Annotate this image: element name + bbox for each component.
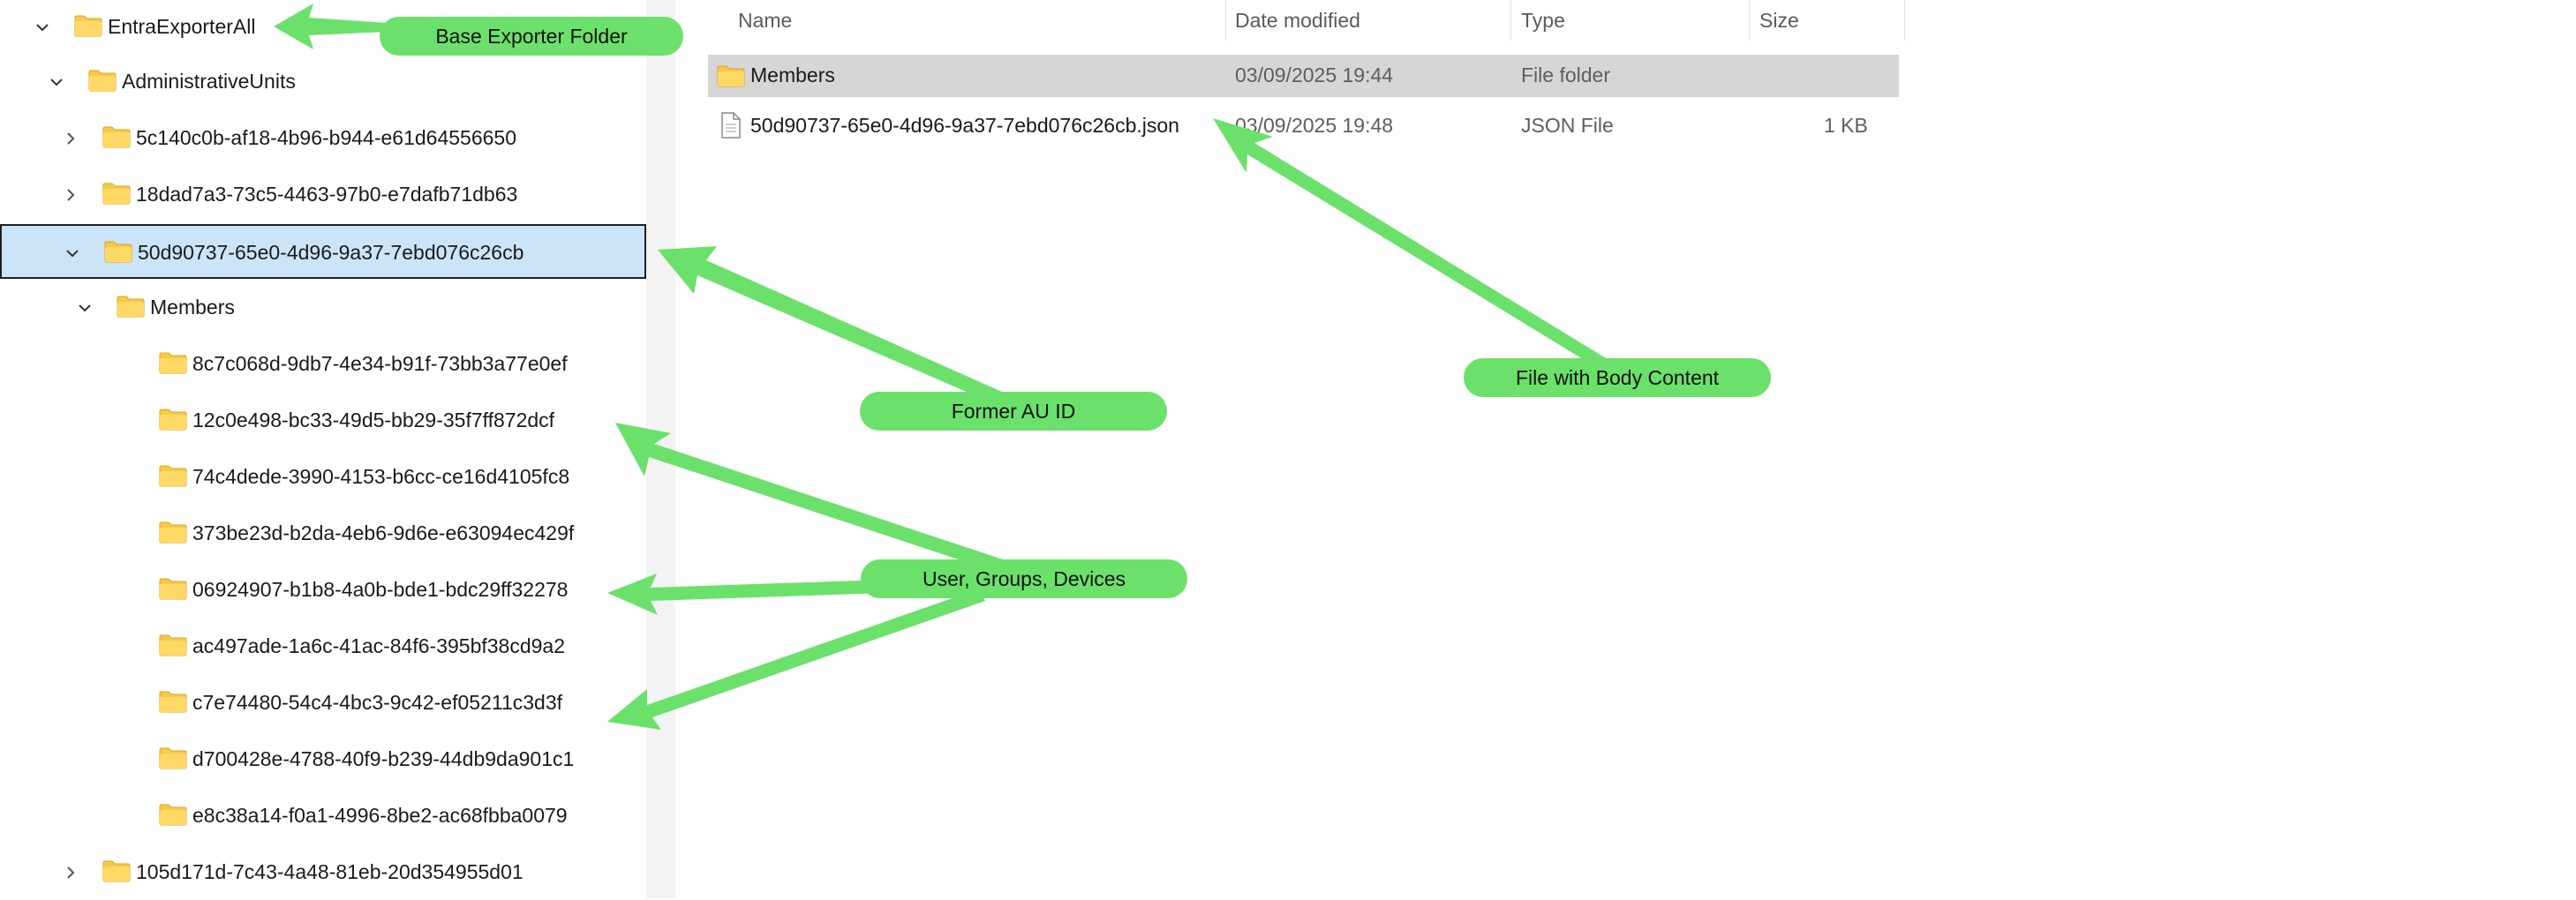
nav-tree-label: Members (150, 296, 235, 319)
nav-tree-item[interactable]: 18dad7a3-73c5-4463-97b0-e7dafb71db63 (0, 168, 646, 222)
nav-tree-label: AdministrativeUnits (122, 70, 296, 93)
nav-tree-item[interactable]: 50d90737-65e0-4d96-9a37-7ebd076c26cb (0, 224, 646, 279)
file-row-json[interactable]: 50d90737-65e0-4d96-9a37-7ebd076c26cb.jso… (708, 105, 1899, 147)
annotation-file-with-body-content: File with Body Content (1464, 358, 1771, 397)
folder-icon (159, 634, 187, 656)
chevron-down-icon[interactable] (76, 299, 94, 317)
folder-icon (102, 860, 131, 882)
nav-tree-label: 50d90737-65e0-4d96-9a37-7ebd076c26cb (138, 241, 524, 264)
folder-icon (88, 70, 117, 92)
nav-tree-item[interactable]: c7e74480-54c4-4bc3-9c42-ef05211c3d3f (0, 676, 646, 731)
column-separator[interactable] (1749, 0, 1750, 41)
chevron-down-icon[interactable] (48, 73, 65, 91)
nav-tree-item[interactable]: ac497ade-1a6c-41ac-84f6-395bf38cd9a2 (0, 619, 646, 674)
nav-tree-label: 373be23d-b2da-4eb6-9d6e-e63094ec429f (192, 521, 575, 544)
folder-icon (159, 804, 187, 826)
nav-tree-label: ac497ade-1a6c-41ac-84f6-395bf38cd9a2 (192, 634, 565, 657)
nav-tree-label: 5c140c0b-af18-4b96-b944-e61d64556650 (136, 126, 516, 149)
nav-tree-item[interactable]: 74c4dede-3990-4153-b6cc-ce16d4105fc8 (0, 450, 646, 505)
annotation-base-exporter-folder: Base Exporter Folder (380, 17, 683, 56)
column-header-type[interactable]: Type (1521, 9, 1565, 33)
folder-icon (159, 352, 187, 374)
nav-tree-label: 12c0e498-bc33-49d5-bb29-35f7ff872dcf (192, 409, 555, 431)
file-date-modified: 03/09/2025 19:44 (1235, 64, 1394, 86)
nav-tree-item[interactable]: d700428e-4788-40f9-b239-44db9da901c1 (0, 732, 646, 787)
nav-tree-label: 105d171d-7c43-4a48-81eb-20d354955d01 (136, 860, 523, 883)
pane-divider[interactable] (646, 0, 675, 898)
file-icon (721, 112, 741, 139)
folder-icon (74, 15, 102, 37)
chevron-down-icon[interactable] (64, 244, 81, 262)
file-row-members[interactable]: Members 03/09/2025 19:44 File folder (708, 55, 1899, 97)
nav-tree-item[interactable]: Members (0, 281, 646, 335)
nav-tree-item[interactable]: 12c0e498-bc33-49d5-bb29-35f7ff872dcf (0, 394, 646, 448)
nav-tree-label: e8c38a14-f0a1-4996-8be2-ac68fbba0079 (192, 804, 568, 827)
folder-icon (102, 126, 131, 148)
file-type: File folder (1521, 64, 1610, 86)
nav-tree-label: 74c4dede-3990-4153-b6cc-ce16d4105fc8 (192, 465, 570, 488)
column-header-size[interactable]: Size (1759, 9, 1799, 33)
chevron-down-icon[interactable] (34, 19, 51, 36)
file-name: Members (750, 64, 835, 86)
annotation-former-au-id: Former AU ID (860, 392, 1167, 431)
nav-tree-item[interactable]: 105d171d-7c43-4a48-81eb-20d354955d01 (0, 845, 646, 900)
nav-tree-label: 18dad7a3-73c5-4463-97b0-e7dafb71db63 (136, 183, 518, 206)
chevron-right-icon[interactable] (62, 864, 79, 881)
column-separator[interactable] (1510, 0, 1511, 41)
folder-icon (104, 241, 132, 263)
folder-icon (159, 578, 187, 600)
nav-tree-label: c7e74480-54c4-4bc3-9c42-ef05211c3d3f (192, 691, 562, 714)
nav-tree-item[interactable]: 5c140c0b-af18-4b96-b944-e61d64556650 (0, 111, 646, 166)
nav-tree-item[interactable]: AdministrativeUnits (0, 55, 646, 109)
folder-icon (717, 65, 745, 87)
nav-tree-item[interactable]: 06924907-b1b8-4a0b-bde1-bdc29ff32278 (0, 563, 646, 618)
file-list-pane: Name Date modified Type Size Members 03/… (675, 0, 2576, 898)
nav-tree-label: 8c7c068d-9db7-4e34-b91f-73bb3a77e0ef (192, 352, 568, 375)
folder-icon (159, 465, 187, 487)
nav-tree-item[interactable]: 8c7c068d-9db7-4e34-b91f-73bb3a77e0ef (0, 337, 646, 392)
nav-tree-label: d700428e-4788-40f9-b239-44db9da901c1 (192, 747, 575, 770)
annotation-user-groups-devices: User, Groups, Devices (861, 559, 1187, 598)
column-header-name[interactable]: Name (738, 9, 792, 33)
folder-icon (102, 183, 131, 205)
file-date-modified: 03/09/2025 19:48 (1235, 114, 1394, 137)
column-separator[interactable] (1225, 0, 1226, 41)
navigation-pane: EntraExporterAll AdministrativeUnits 5c140… (0, 0, 659, 900)
file-name: 50d90737-65e0-4d96-9a37-7ebd076c26cb.jso… (750, 114, 1179, 137)
column-separator[interactable] (1904, 0, 1905, 41)
folder-icon (159, 409, 187, 431)
folder-icon (159, 747, 187, 769)
nav-tree-item[interactable]: 373be23d-b2da-4eb6-9d6e-e63094ec429f (0, 506, 646, 561)
nav-tree-label: 06924907-b1b8-4a0b-bde1-bdc29ff32278 (192, 578, 569, 601)
file-size: 1 KB (1824, 114, 1868, 137)
chevron-right-icon[interactable] (62, 186, 79, 204)
nav-tree-item[interactable]: e8c38a14-f0a1-4996-8be2-ac68fbba0079 (0, 789, 646, 844)
folder-icon (159, 521, 187, 544)
column-header-date-modified[interactable]: Date modified (1235, 9, 1360, 33)
nav-tree-label: EntraExporterAll (108, 15, 256, 38)
folder-icon (117, 296, 145, 318)
folder-icon (159, 691, 187, 713)
chevron-right-icon[interactable] (62, 130, 79, 147)
file-type: JSON File (1521, 114, 1614, 137)
